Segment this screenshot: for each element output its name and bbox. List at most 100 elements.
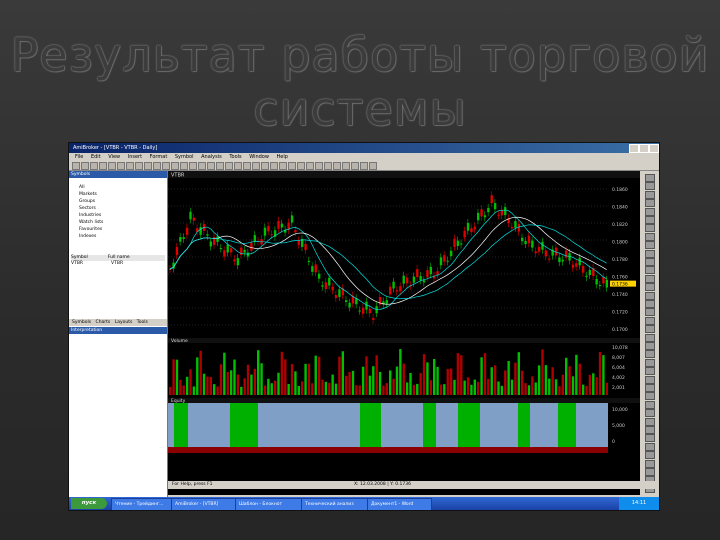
toolbar-button[interactable] <box>198 162 206 170</box>
tab-tools[interactable]: Tools <box>137 320 148 325</box>
drawing-tool-button[interactable] <box>645 459 655 468</box>
drawing-tool-button[interactable] <box>645 384 655 392</box>
drawing-tool-button[interactable] <box>645 249 655 258</box>
toolbar-button[interactable] <box>144 162 152 170</box>
tree-item[interactable]: Markets <box>69 191 167 198</box>
toolbar-button[interactable] <box>234 162 242 170</box>
drawing-tool-button[interactable] <box>645 283 655 292</box>
tab-charts[interactable]: Charts <box>96 320 111 325</box>
minimize-button[interactable] <box>629 144 639 153</box>
start-button[interactable]: пуск <box>71 498 107 509</box>
toolbar-button[interactable] <box>342 162 350 170</box>
drawing-tool-button[interactable] <box>645 333 655 342</box>
toolbar-button[interactable] <box>90 162 98 170</box>
tree-item[interactable]: Sectors <box>69 205 167 212</box>
menu-edit[interactable]: Edit <box>91 154 101 160</box>
tab-layouts[interactable]: Layouts <box>115 320 133 325</box>
drawing-tool-button[interactable] <box>645 417 655 426</box>
drawing-tool-button[interactable] <box>645 316 655 325</box>
drawing-tool-button[interactable] <box>645 400 655 409</box>
drawing-tool-button[interactable] <box>645 174 655 182</box>
drawing-tool-button[interactable] <box>645 468 655 476</box>
drawing-tool-button[interactable] <box>645 308 655 317</box>
menu-tools[interactable]: Tools <box>229 154 241 160</box>
toolbar-button[interactable] <box>180 162 188 170</box>
toolbar-button[interactable] <box>297 162 305 170</box>
toolbar-button[interactable] <box>360 162 368 170</box>
drawing-tool-button[interactable] <box>645 291 655 300</box>
toolbar-button[interactable] <box>117 162 125 170</box>
tree-item[interactable]: Indexes <box>69 233 167 240</box>
drawing-tool-button[interactable] <box>645 216 655 224</box>
taskbar-item[interactable]: AmiBroker - [VTBR] <box>171 498 236 510</box>
menu-symbol[interactable]: Symbol <box>175 154 194 160</box>
drawing-tool-button[interactable] <box>645 375 655 384</box>
drawing-tool-button[interactable] <box>645 442 655 451</box>
toolbar-button[interactable] <box>216 162 224 170</box>
toolbar-button[interactable] <box>99 162 107 170</box>
menu-format[interactable]: Format <box>150 154 168 160</box>
drawing-tool-button[interactable] <box>645 451 655 460</box>
toolbar-button[interactable] <box>369 162 377 170</box>
tree-item[interactable]: Favourites <box>69 226 167 233</box>
toolbar-button[interactable] <box>207 162 215 170</box>
toolbar-button[interactable] <box>243 162 251 170</box>
toolbar-button[interactable] <box>306 162 314 170</box>
drawing-tool-button[interactable] <box>645 342 655 350</box>
symbol-cell[interactable]: VTBR <box>71 261 83 267</box>
taskbar-item[interactable]: Технический анализ <box>301 498 368 510</box>
toolbar-button[interactable] <box>279 162 287 170</box>
drawing-tool-button[interactable] <box>645 232 655 241</box>
drawing-tool-button[interactable] <box>645 207 655 216</box>
toolbar-button[interactable] <box>261 162 269 170</box>
fullname-cell[interactable]: VTBR <box>111 261 123 267</box>
drawing-tool-button[interactable] <box>645 367 655 376</box>
drawing-tool-button[interactable] <box>645 241 655 250</box>
toolbar-button[interactable] <box>288 162 296 170</box>
toolbar-button[interactable] <box>81 162 89 170</box>
toolbar-button[interactable] <box>324 162 332 170</box>
taskbar-item[interactable]: Чтение - Трейдинг... <box>111 498 172 510</box>
toolbar-button[interactable] <box>162 162 170 170</box>
drawing-tool-button[interactable] <box>645 258 655 266</box>
drawing-tool-button[interactable] <box>645 426 655 434</box>
drawing-tool-button[interactable] <box>645 224 655 233</box>
menu-help[interactable]: Help <box>277 154 288 160</box>
drawing-tool-button[interactable] <box>645 182 655 191</box>
menu-window[interactable]: Window <box>249 154 269 160</box>
toolbar-button[interactable] <box>135 162 143 170</box>
maximize-button[interactable] <box>639 144 649 153</box>
drawing-tool-button[interactable] <box>645 350 655 359</box>
toolbar-button[interactable] <box>225 162 233 170</box>
toolbar-button[interactable] <box>270 162 278 170</box>
taskbar-item[interactable]: Шаблон - Блокнот <box>235 498 302 510</box>
drawing-tool-button[interactable] <box>645 434 655 443</box>
price-chart[interactable]: VTBR 0.1860 0.1840 0.1820 0.1800 0.1780 0.1760… <box>168 171 640 481</box>
drawing-tool-button[interactable] <box>645 199 655 208</box>
toolbar-button[interactable] <box>252 162 260 170</box>
tree-item[interactable]: Watch lists <box>69 219 167 226</box>
toolbar-button[interactable] <box>315 162 323 170</box>
tree-item[interactable]: Industries <box>69 212 167 219</box>
toolbar-button[interactable] <box>189 162 197 170</box>
drawing-tool-button[interactable] <box>645 358 655 367</box>
chart-area[interactable]: VTBR 0.1860 0.1840 0.1820 0.1800 0.1780 0.1760… <box>168 171 640 495</box>
toolbar-button[interactable] <box>72 162 80 170</box>
menu-file[interactable]: File <box>75 154 83 160</box>
toolbar-button[interactable] <box>108 162 116 170</box>
close-button[interactable] <box>649 144 659 153</box>
drawing-tool-button[interactable] <box>645 274 655 283</box>
toolbar-button[interactable] <box>126 162 134 170</box>
menu-insert[interactable]: Insert <box>128 154 142 160</box>
drawing-tool-button[interactable] <box>645 266 655 275</box>
menu-analysis[interactable]: Analysis <box>201 154 222 160</box>
drawing-tool-button[interactable] <box>645 190 655 199</box>
taskbar-item[interactable]: Документ1 - Word <box>367 498 432 510</box>
drawing-tool-button[interactable] <box>645 325 655 334</box>
drawing-tool-button[interactable] <box>645 300 655 308</box>
drawing-tool-button[interactable] <box>645 409 655 418</box>
tree-item[interactable]: All <box>69 184 167 191</box>
tree-item[interactable]: Groups <box>69 198 167 205</box>
tab-symbols[interactable]: Symbols <box>72 320 91 325</box>
menu-view[interactable]: View <box>108 154 120 160</box>
